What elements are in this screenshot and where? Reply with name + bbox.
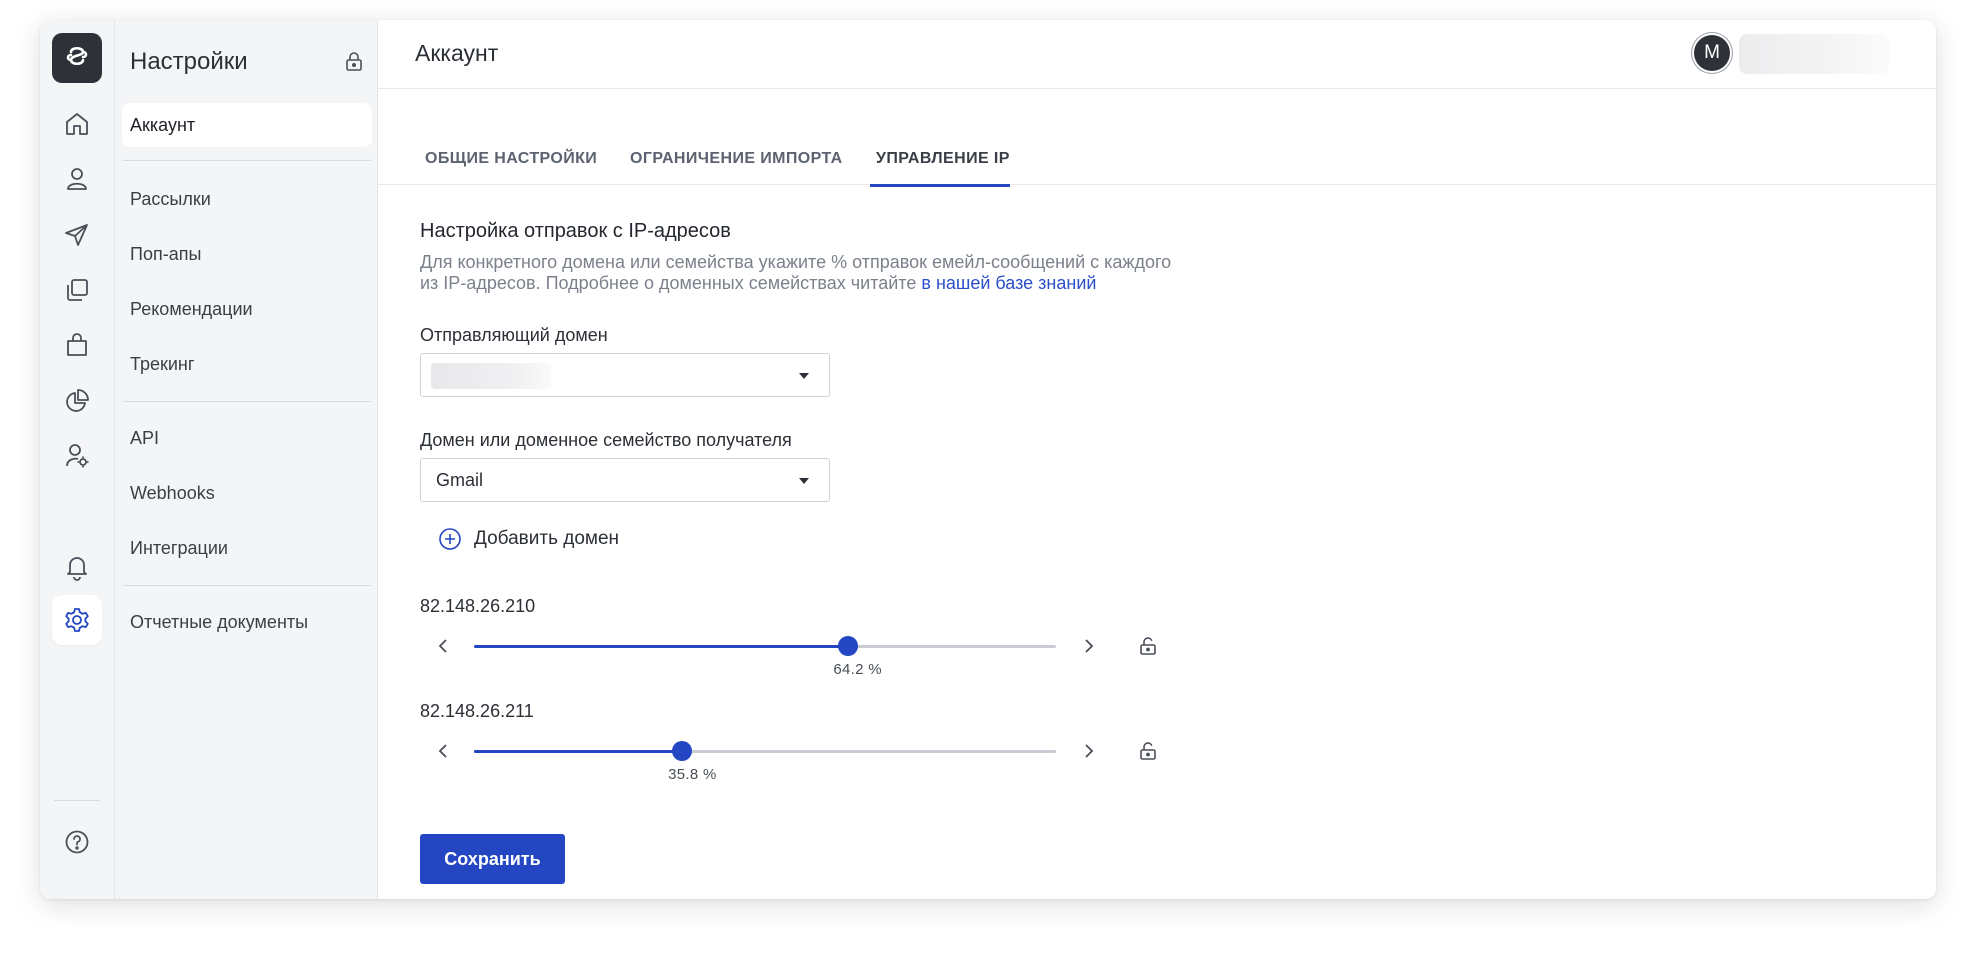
topbar: Аккаунт M: [378, 20, 1936, 89]
tab-bar: ОБЩИЕ НАСТРОЙКИ ОГРАНИЧЕНИЕ ИМПОРТА УПРА…: [378, 88, 1936, 185]
ip-percent-slider[interactable]: [474, 636, 1056, 656]
knowledge-base-link[interactable]: в нашей базе знаний: [921, 273, 1096, 293]
recipient-domain-label: Домен или доменное семейство получателя: [420, 430, 792, 450]
sidebar-title: Настройки: [130, 48, 248, 75]
help-icon[interactable]: [52, 817, 102, 867]
active-tab-indicator: [870, 184, 1010, 187]
tab-general-settings[interactable]: ОБЩИЕ НАСТРОЙКИ: [425, 150, 597, 182]
settings-sidebar: Настройки Аккаунт Рассылки Поп-апы Реком…: [115, 20, 378, 899]
recipient-domain-select[interactable]: Gmail: [420, 458, 830, 502]
sidebar-item-recommendations[interactable]: Рекомендации: [122, 287, 372, 331]
rail-divider: [54, 800, 100, 801]
add-domain-label: Добавить домен: [474, 528, 620, 549]
bell-icon[interactable]: [52, 542, 102, 592]
send-icon[interactable]: [52, 210, 102, 260]
sidebar-item-account[interactable]: Аккаунт: [122, 103, 372, 147]
sidebar-divider: [123, 585, 371, 586]
sidebar-divider: [123, 401, 371, 402]
avatar[interactable]: M: [1694, 35, 1730, 71]
ip-address-label: 82.148.26.210: [420, 596, 536, 616]
sidebar-item-reports[interactable]: Отчетные документы: [122, 600, 372, 644]
slider-thumb[interactable]: [672, 741, 693, 761]
sidebar-item-mailings[interactable]: Рассылки: [122, 177, 372, 221]
user-name-redacted[interactable]: [1739, 34, 1889, 74]
tab-import-limits[interactable]: ОГРАНИЧЕНИЕ ИМПОРТА: [630, 150, 843, 182]
chevron-right-icon[interactable]: [1075, 632, 1103, 660]
save-button[interactable]: Сохранить: [420, 834, 565, 884]
logo-icon: [66, 46, 88, 66]
chevron-down-icon: [799, 478, 809, 484]
unlock-icon[interactable]: [1136, 634, 1160, 658]
ip-percent-label: 64.2 %: [833, 661, 882, 678]
add-domain-button[interactable]: Добавить домен: [438, 525, 619, 553]
home-icon[interactable]: [52, 99, 102, 149]
sending-domain-value-redacted: [431, 363, 551, 389]
sidebar-item-tracking[interactable]: Трекинг: [122, 342, 372, 386]
section-description: Для конкретного домена или семейства ука…: [420, 252, 1240, 294]
pie-chart-icon[interactable]: [52, 376, 102, 426]
description-line1: Для конкретного домена или семейства ука…: [420, 252, 1172, 272]
description-line2: из IP-адресов. Подробнее о доменных семе…: [420, 273, 917, 293]
slider-thumb[interactable]: [837, 636, 858, 656]
sidebar-divider: [123, 160, 371, 161]
ip-percent-label: 35.8 %: [668, 766, 717, 783]
chevron-right-icon[interactable]: [1075, 737, 1103, 765]
chevron-down-icon: [799, 373, 809, 379]
user-icon[interactable]: [52, 154, 102, 204]
sidebar-item-integrations[interactable]: Интеграции: [122, 526, 372, 570]
lock-icon[interactable]: [343, 50, 365, 72]
chevron-left-icon[interactable]: [429, 632, 457, 660]
chevron-left-icon[interactable]: [429, 737, 457, 765]
app-logo[interactable]: [52, 33, 102, 83]
sidebar-item-api[interactable]: API: [122, 416, 372, 460]
recipient-domain-value: Gmail: [436, 470, 484, 490]
shopping-bag-icon[interactable]: [52, 320, 102, 370]
gear-icon[interactable]: [52, 595, 102, 645]
app-window: Настройки Аккаунт Рассылки Поп-апы Реком…: [40, 20, 1936, 899]
icon-rail: [40, 20, 115, 899]
plus-circle-icon: [439, 528, 461, 550]
slider-fill: [474, 750, 683, 753]
sidebar-item-webhooks[interactable]: Webhooks: [122, 471, 372, 515]
user-settings-icon[interactable]: [52, 431, 102, 481]
copy-icon[interactable]: [52, 265, 102, 315]
unlock-icon[interactable]: [1136, 739, 1160, 763]
tab-ip-management[interactable]: УПРАВЛЕНИЕ IP: [876, 150, 1010, 182]
sending-domain-label: Отправляющий домен: [420, 325, 608, 345]
main-content: Аккаунт M ОБЩИЕ НАСТРОЙКИ ОГРАНИЧЕНИЕ ИМ…: [378, 20, 1936, 899]
section-title: Настройка отправок с IP-адресов: [420, 220, 731, 242]
sending-domain-select[interactable]: [420, 353, 830, 397]
slider-fill: [474, 645, 848, 648]
page-title: Аккаунт: [415, 40, 499, 66]
ip-percent-slider[interactable]: [474, 741, 1056, 761]
sidebar-item-popups[interactable]: Поп-апы: [122, 232, 372, 276]
ip-address-label: 82.148.26.211: [420, 701, 534, 721]
